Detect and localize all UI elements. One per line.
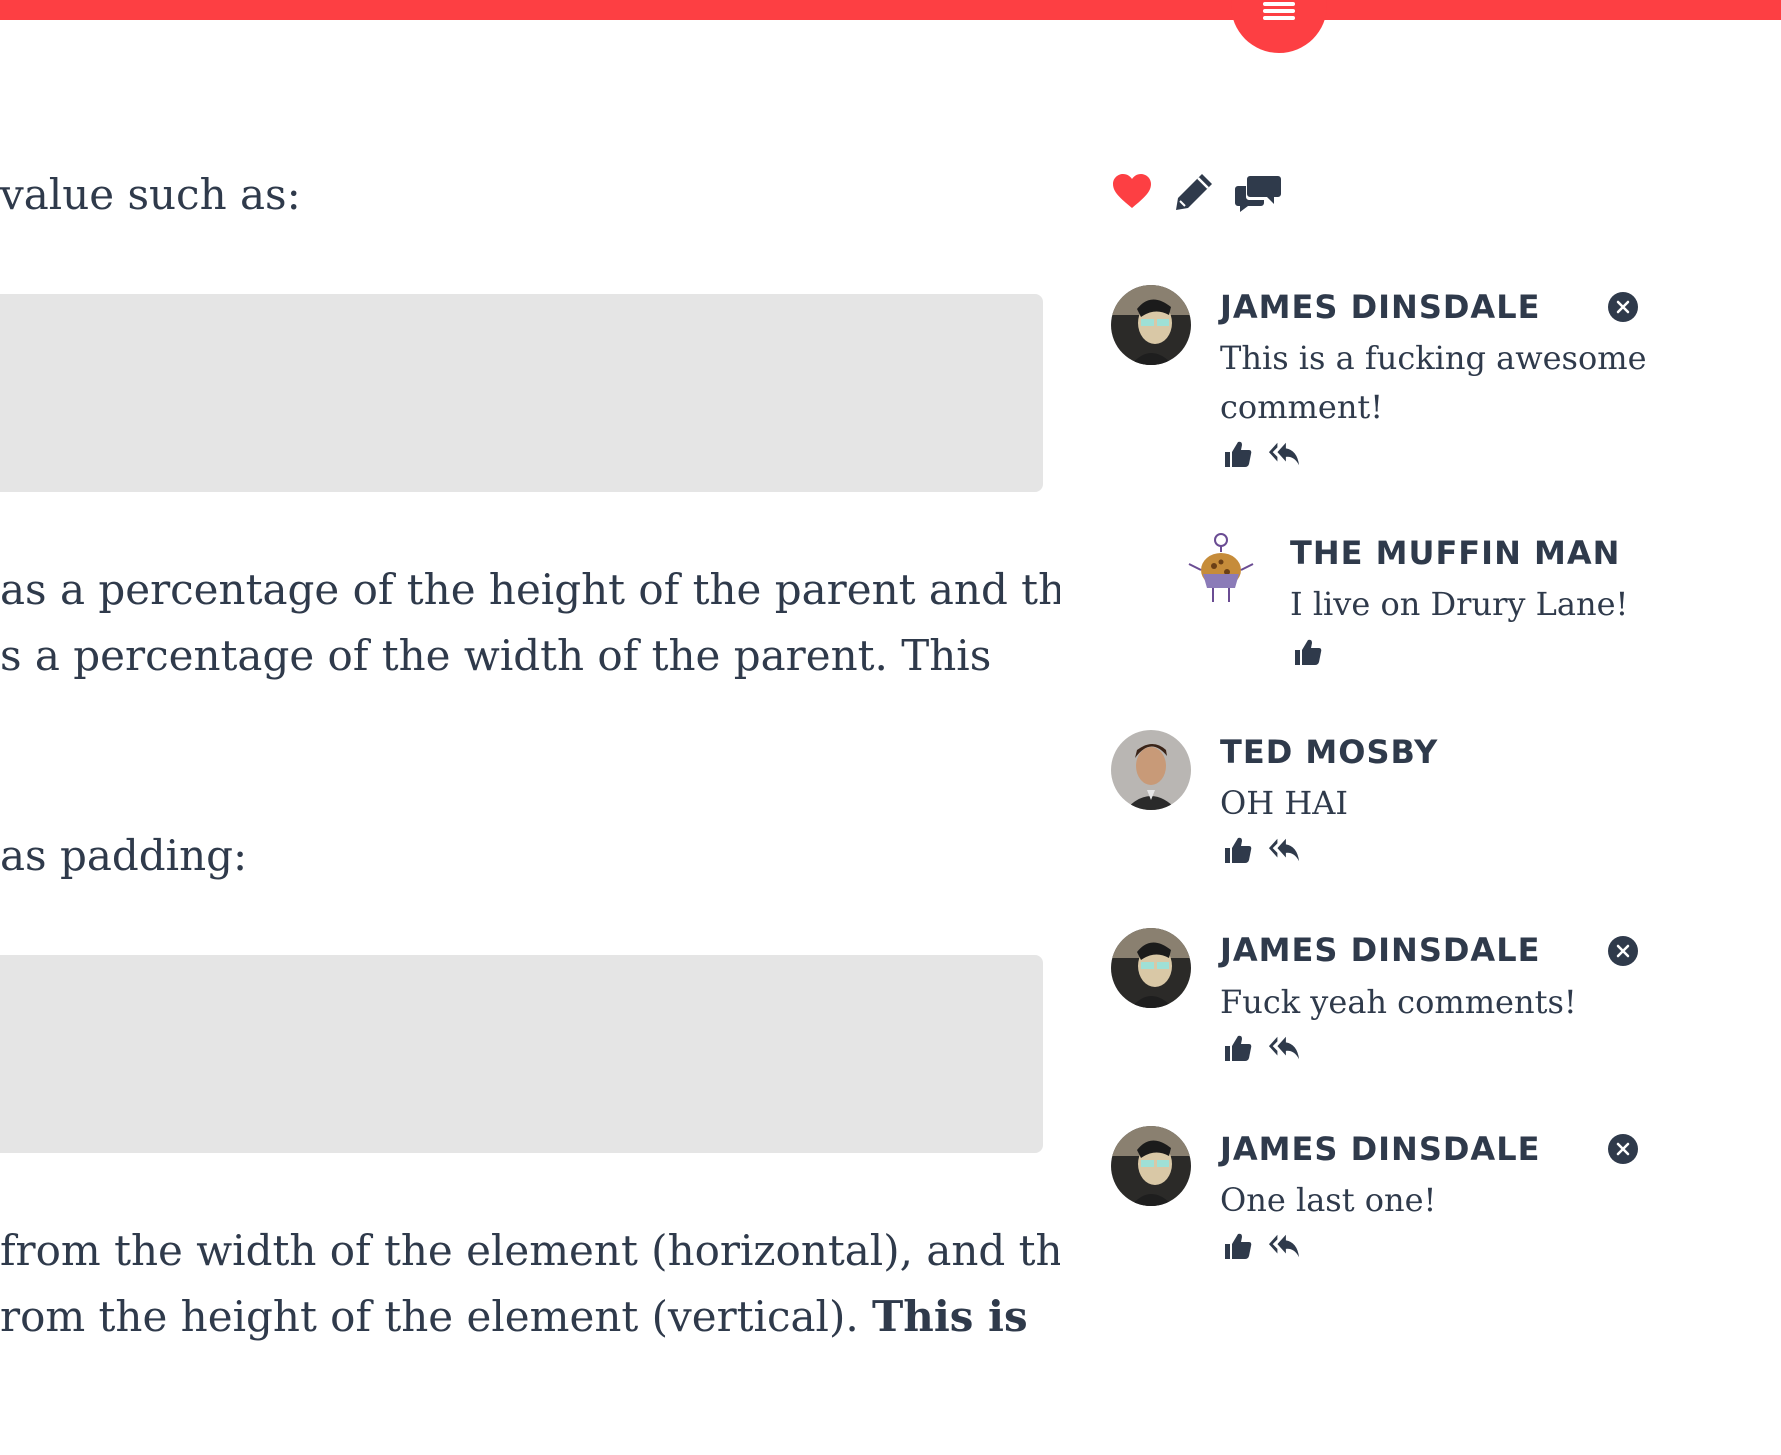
close-icon	[1616, 300, 1630, 314]
comment-author[interactable]: JAMES DINSDALE	[1220, 930, 1540, 970]
avatar[interactable]	[1181, 530, 1261, 610]
avatar-james-image	[1111, 1126, 1191, 1206]
comment-text: This is a fucking awesome comment!	[1220, 339, 1647, 426]
article-text: rom the height of the element (vertical)…	[0, 1284, 1028, 1350]
avatar[interactable]	[1111, 730, 1191, 810]
comment-text: I live on Drury Lane!	[1290, 585, 1629, 623]
delete-comment-button[interactable]	[1608, 1134, 1638, 1164]
article-text: value such as:	[0, 170, 301, 219]
article-bold-text: This is	[872, 1292, 1028, 1341]
thumbs-up-icon[interactable]	[1222, 834, 1254, 866]
thumbs-up-icon[interactable]	[1222, 438, 1254, 470]
comment-author[interactable]: JAMES DINSDALE	[1220, 1129, 1540, 1169]
reply-all-icon[interactable]	[1268, 438, 1300, 470]
comment-text: One last one!	[1220, 1181, 1437, 1219]
post-actions	[1110, 170, 1282, 214]
article-text-span: rom the height of the element (vertical)…	[0, 1292, 873, 1341]
article-text: s a percentage of the width of the paren…	[0, 631, 992, 680]
code-block	[0, 294, 1043, 492]
avatar[interactable]	[1111, 928, 1191, 1008]
muffin-avatar-image	[1188, 533, 1254, 602]
avatar-ted-image	[1111, 730, 1191, 810]
delete-comment-button[interactable]	[1608, 292, 1638, 322]
heart-icon[interactable]	[1110, 170, 1154, 214]
article-body: value such as: as a percentage of the he…	[0, 0, 1060, 1455]
comment-author[interactable]: JAMES DINSDALE	[1220, 287, 1540, 327]
article-text: as a percentage of the height of the par…	[0, 565, 1060, 614]
reply-all-icon[interactable]	[1268, 1032, 1300, 1064]
article-text: as padding:	[0, 831, 248, 880]
reply-all-icon[interactable]	[1268, 834, 1300, 866]
thumbs-up-icon[interactable]	[1292, 636, 1324, 668]
delete-comment-button[interactable]	[1608, 936, 1638, 966]
menu-button[interactable]	[1231, 0, 1327, 53]
pencil-icon[interactable]	[1172, 170, 1216, 214]
hamburger-menu-icon	[1263, 2, 1295, 20]
thumbs-up-icon[interactable]	[1222, 1230, 1254, 1262]
avatar-james-image	[1111, 285, 1191, 365]
close-icon	[1616, 1142, 1630, 1156]
close-icon	[1616, 944, 1630, 958]
comment-author[interactable]: THE MUFFIN MAN	[1290, 533, 1620, 573]
code-block	[0, 955, 1043, 1153]
reply-all-icon[interactable]	[1268, 1230, 1300, 1262]
avatar[interactable]	[1111, 285, 1191, 365]
comment-author[interactable]: TED MOSBY	[1220, 732, 1438, 772]
comment-text: OH HAI	[1220, 784, 1348, 822]
article-text: from the width of the element (horizonta…	[0, 1226, 1060, 1275]
avatar[interactable]	[1111, 1126, 1191, 1206]
thumbs-up-icon[interactable]	[1222, 1032, 1254, 1064]
avatar-james-image	[1111, 928, 1191, 1008]
comments-icon[interactable]	[1234, 170, 1282, 214]
comment-text: Fuck yeah comments!	[1220, 983, 1577, 1021]
